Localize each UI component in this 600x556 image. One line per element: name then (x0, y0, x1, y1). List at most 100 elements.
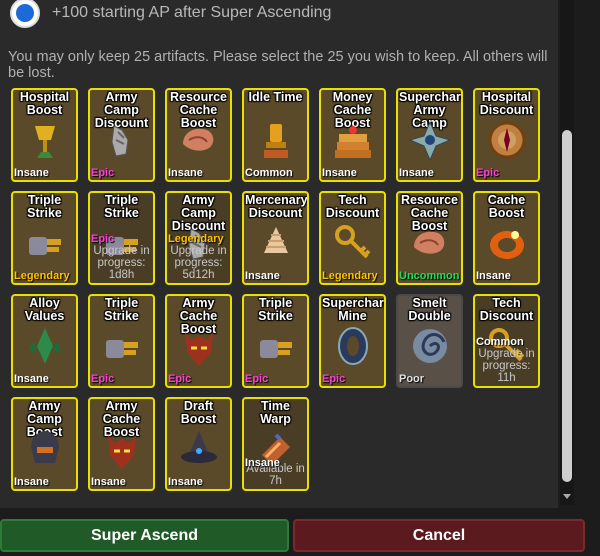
artifact-rarity: Insane (245, 457, 280, 469)
artifact-card[interactable]: Triple Strike Legendary (11, 191, 78, 285)
artifact-rarity: Insane (168, 476, 203, 488)
artifact-rarity: Uncommon (399, 270, 460, 282)
artifact-card[interactable]: Resource Cache Boost Uncommon (396, 191, 463, 285)
cancel-button[interactable]: Cancel (293, 519, 585, 552)
artifact-name: Mercenary Discount (245, 193, 308, 220)
artifact-card[interactable]: Triple Strike Epic (88, 294, 155, 388)
artifact-card[interactable]: Tech Discount Upgrade in progress: 11h Com… (473, 294, 540, 388)
demon-mask-icon (107, 435, 136, 470)
artifact-selection-panel: +100 starting AP after Super Ascending Y… (0, 0, 558, 508)
demon-mask-icon (184, 332, 213, 367)
artifact-rarity: Common (476, 336, 524, 348)
stone-claw-icon (110, 125, 129, 157)
artifact-name: Triple Strike (104, 296, 139, 323)
artifact-name: Time Warp (260, 399, 291, 426)
artifact-name: Alloy Values (24, 296, 65, 323)
artifact-rarity: Epic (91, 373, 115, 385)
artifact-name: Idle Time (248, 90, 303, 104)
artifact-card[interactable]: Alloy Values Insane (11, 294, 78, 388)
artifact-name: Smelt Double (408, 296, 451, 323)
artifact-rarity: Common (245, 167, 293, 179)
scrollbar[interactable] (560, 0, 574, 505)
artifact-name: Triple Strike (258, 296, 293, 323)
artifact-rarity: Insane (14, 373, 49, 385)
radio-selected-dot (16, 4, 34, 22)
artifact-card[interactable]: Money Cache Boost Insane (319, 88, 386, 182)
artifact-card[interactable]: Draft Boost Insane (165, 397, 232, 491)
artifact-rarity: Insane (91, 476, 126, 488)
compass-icon (488, 121, 525, 159)
shell-icon (413, 232, 444, 255)
swirl-icon (412, 329, 447, 364)
artifact-card[interactable]: Idle Time Common (242, 88, 309, 182)
shell-icon (182, 129, 213, 152)
cream-swirl-icon (263, 227, 288, 254)
key-icon (334, 225, 370, 259)
artifact-card[interactable]: Army Cache Boost Epic (165, 294, 232, 388)
gauntlet-icon (259, 340, 292, 359)
shuriken-icon (408, 121, 451, 162)
artifact-rarity: Insane (476, 270, 511, 282)
artifact-card[interactable]: Army Camp Discount Upgrade in progress: 5… (165, 191, 232, 285)
scrollbar-thumb[interactable] (562, 130, 572, 482)
artifact-name: Tech Discount (479, 296, 534, 323)
artifact-rarity: Insane (14, 476, 49, 488)
artifact-card[interactable]: Army Camp Discount Epic (88, 88, 155, 182)
artifact-rarity: Epic (91, 233, 115, 245)
golden-chalice-icon (34, 126, 55, 159)
instructions-text: You may only keep 25 artifacts. Please s… (8, 49, 548, 81)
artifact-card[interactable]: Supercharge Mine Epic (319, 294, 386, 388)
artifact-rarity: Epic (245, 373, 269, 385)
artifact-rarity: Epic (476, 167, 500, 179)
artifact-card[interactable]: Triple Strike Epic (242, 294, 309, 388)
cake-icon (334, 126, 371, 159)
artifact-status: Upgrade in progress: 5d12h (170, 245, 227, 281)
scroll-down-arrow-icon[interactable] (563, 494, 571, 499)
ap-option-radio[interactable] (10, 0, 40, 28)
artifact-name: Supercharge Mine (322, 296, 384, 323)
artifact-rarity: Insane (14, 167, 49, 179)
artifact-rarity: Insane (168, 167, 203, 179)
artifact-rarity: Epic (91, 167, 115, 179)
artifact-name: Draft Boost (180, 399, 217, 426)
artifact-card[interactable]: Cache Boost Insane (473, 191, 540, 285)
artifact-card[interactable]: Triple Strike Upgrade in progress: 1d8h Ep… (88, 191, 155, 285)
artifact-rarity: Insane (322, 167, 357, 179)
ring-icon (489, 231, 524, 260)
artifact-status: Upgrade in progress: 11h (478, 348, 535, 384)
artifact-rarity: Insane (245, 270, 280, 282)
artifact-name: Tech Discount (325, 193, 380, 220)
green-crystal-icon (28, 328, 61, 365)
artifact-rarity: Epic (168, 373, 192, 385)
artifact-card[interactable]: Army Cache Boost Insane (88, 397, 155, 491)
artifact-rarity: Legendary (168, 233, 224, 245)
artifact-name: Hospital Discount (479, 90, 534, 117)
wizard-hat-icon (180, 431, 217, 464)
artifact-card[interactable]: Mercenary Discount Insane (242, 191, 309, 285)
artifact-rarity: Legendary (14, 270, 70, 282)
golden-trophy-icon (263, 124, 288, 159)
artifact-rarity: Epic (322, 373, 346, 385)
artifact-card[interactable]: Resource Cache Boost Insane (165, 88, 232, 182)
artifact-card[interactable]: Time Warp Available in 7h Insane (242, 397, 309, 491)
super-ascend-button[interactable]: Super Ascend (0, 519, 289, 552)
artifact-name: Triple Strike (104, 193, 139, 220)
artifact-card[interactable]: Tech Discount Legendary (319, 191, 386, 285)
artifact-card[interactable]: Supercharge Army CampInsane (396, 88, 463, 182)
shield-ring-icon (337, 327, 368, 366)
artifact-name: Triple Strike (27, 193, 62, 220)
artifact-rarity: Insane (399, 167, 434, 179)
gauntlet-icon (28, 237, 61, 256)
artifact-rarity: Poor (399, 373, 425, 385)
artifact-rarity: Legendary (322, 270, 378, 282)
artifact-card[interactable]: Smelt Double Poor (396, 294, 463, 388)
ap-option-label: +100 starting AP after Super Ascending (52, 4, 332, 21)
artifact-name: Hospital Boost (19, 90, 70, 117)
artifact-card[interactable]: Army Camp BoostInsane (11, 397, 78, 491)
artifact-card[interactable]: Hospital Discount Epic (473, 88, 540, 182)
ap-option-row[interactable]: +100 starting AP after Super Ascending (10, 0, 331, 34)
helmet-icon (30, 431, 59, 464)
artifact-card[interactable]: Hospital Boost Insane (11, 88, 78, 182)
artifact-status: Upgrade in progress: 1d8h (93, 245, 150, 281)
gauntlet-icon (105, 340, 138, 359)
